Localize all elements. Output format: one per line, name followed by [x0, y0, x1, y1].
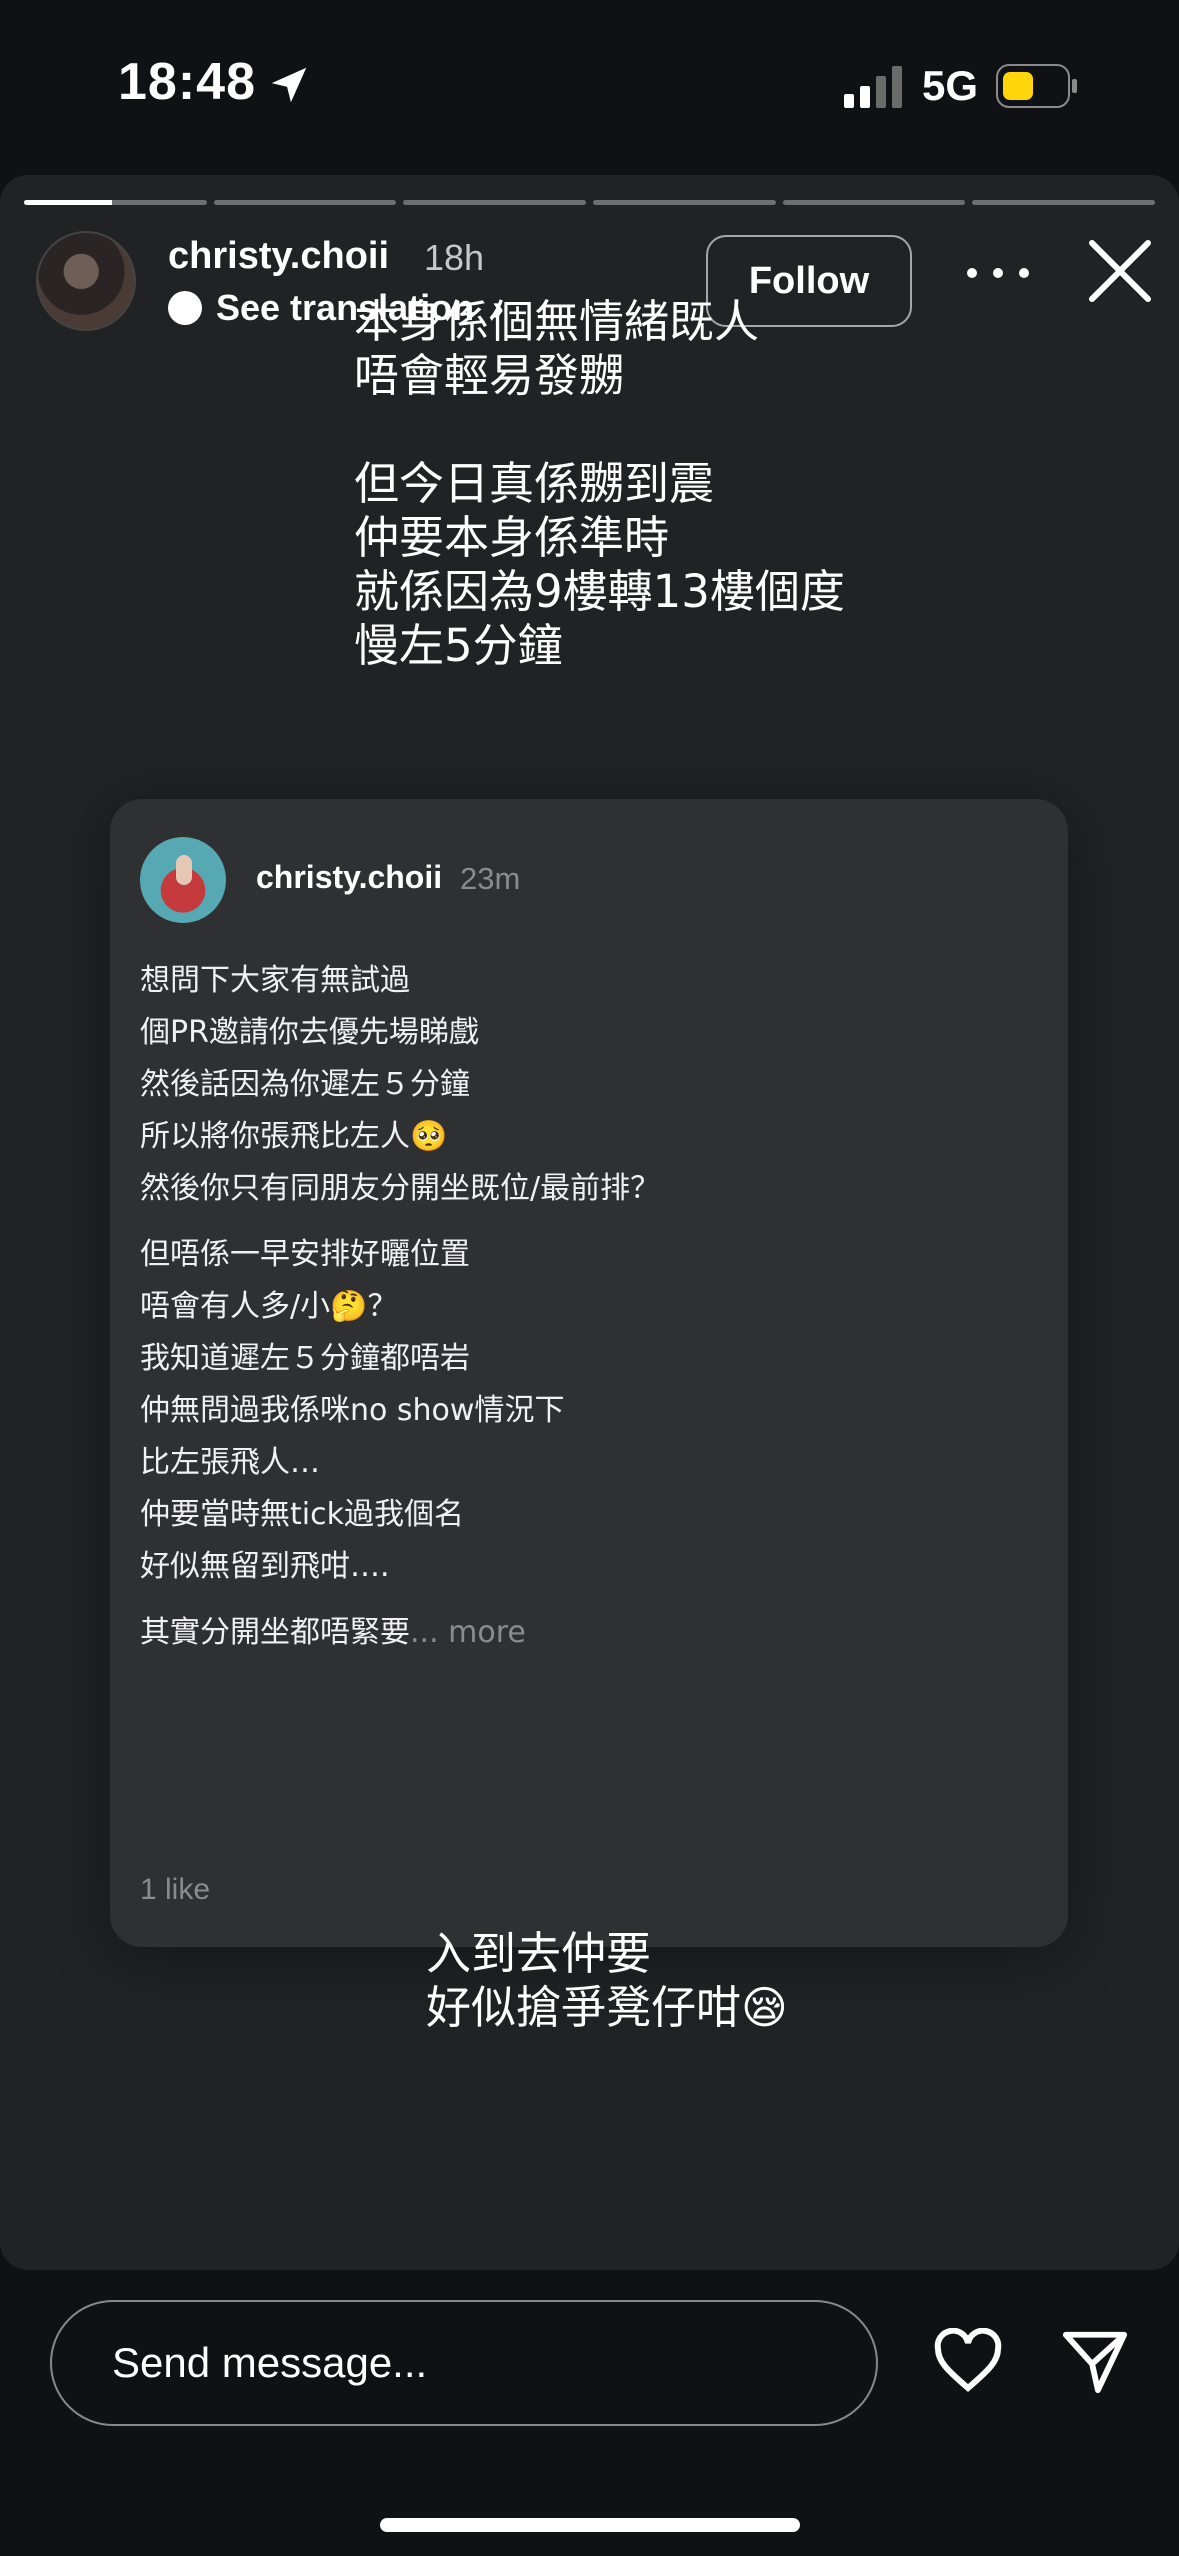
caption-gap [354, 403, 845, 457]
progress-segment [213, 200, 397, 205]
caption-line: 本身係個無情緒既人 [354, 295, 760, 348]
progress-segment [403, 200, 587, 205]
card-line: 比左張飛人… [140, 1445, 320, 1480]
card-paragraph: 想問下大家有無試過 個PR邀請你去優先場睇戲 然後話因為你遲左５分鐘 所以將你張… [140, 955, 1030, 1215]
story-time-ago: 18h [424, 237, 485, 278]
caption-line: 但今日真係嬲到震 [354, 457, 715, 510]
card-line: 唔會有人多/小🤔？ [140, 1289, 398, 1324]
card-line: 所以將你張飛比左人🥺 [140, 1119, 448, 1154]
progress-segment [782, 200, 966, 205]
card-likes: 1 like [140, 1873, 211, 1906]
story-caption-top: 本身係個無情緒既人 唔會輕易發嬲 但今日真係嬲到震 仲要本身係準時 就係因為9樓… [354, 295, 845, 673]
caption-line: 就係因為9樓轉13樓個度 [354, 565, 845, 618]
bottom-bar: Send message... [0, 2272, 1179, 2556]
story-view[interactable]: christy.choii 18h See translation › Foll… [0, 175, 1179, 2270]
card-time-ago: 23m [460, 861, 521, 896]
progress-segment [593, 200, 776, 205]
caption-line: 仲要本身係準時 [354, 511, 670, 564]
card-line: 然後你只有同朋友分開坐既位/最前排？ [140, 1171, 661, 1206]
status-time: 18:48 [118, 53, 256, 111]
card-line: 仲無問過我係咪no show情況下 [140, 1393, 565, 1428]
card-line: 想問下大家有無試過 [140, 963, 410, 998]
progress-segment [972, 200, 1156, 205]
caption-line: 慢左5分鐘 [354, 619, 563, 672]
card-line: 其實分開坐都唔緊要 [140, 1615, 410, 1650]
send-icon[interactable] [1060, 2326, 1130, 2396]
battery-icon [996, 64, 1077, 108]
shared-post-card[interactable]: christy.choii 23m 想問下大家有無試過 個PR邀請你去優先場睇戲… [110, 799, 1068, 1947]
card-line: 然後話因為你遲左５分鐘 [140, 1067, 470, 1102]
progress-segment [24, 200, 207, 205]
more-icon[interactable] [960, 255, 1036, 291]
card-line: 仲要當時無tick過我個名 [140, 1497, 464, 1532]
network-label: 5G [922, 62, 979, 109]
caption-line: 唔會輕易發嬲 [354, 349, 625, 402]
card-line: 但唔係一早安排好曬位置 [140, 1237, 470, 1272]
card-line: 個PR邀請你去優先場睇戲 [140, 1015, 479, 1050]
location-arrow-icon [271, 67, 307, 103]
card-username: christy.choii [256, 859, 443, 895]
home-indicator [380, 2518, 800, 2532]
caption-line: 好似搶爭凳仔咁😪 [426, 1981, 788, 2034]
story-caption-bottom: 入到去仲要 好似搶爭凳仔咁😪 [426, 1927, 788, 2035]
card-more-link[interactable]: ... more [410, 1615, 526, 1650]
signal-icon [844, 66, 902, 108]
card-avatar [140, 837, 226, 923]
caption-line: 入到去仲要 [426, 1927, 652, 1980]
profile-avatar[interactable] [36, 231, 136, 331]
send-message-input[interactable]: Send message... [50, 2300, 878, 2426]
card-text: 想問下大家有無試過 個PR邀請你去優先場睇戲 然後話因為你遲左５分鐘 所以將你張… [140, 955, 1030, 1673]
close-icon[interactable] [1084, 235, 1156, 307]
card-line: 我知道遲左５分鐘都唔岩 [140, 1341, 470, 1376]
story-username[interactable]: christy.choii [168, 235, 389, 278]
card-paragraph: 其實分開坐都唔緊要... more [140, 1607, 1030, 1659]
status-bar: 18:48 5G [0, 0, 1179, 170]
card-paragraph: 但唔係一早安排好曬位置 唔會有人多/小🤔？ 我知道遲左５分鐘都唔岩 仲無問過我係… [140, 1229, 1030, 1593]
card-line: 好似無留到飛咁…. [140, 1549, 390, 1584]
heart-icon[interactable] [932, 2328, 1004, 2394]
story-progress [24, 200, 1156, 206]
translate-icon [168, 291, 202, 325]
